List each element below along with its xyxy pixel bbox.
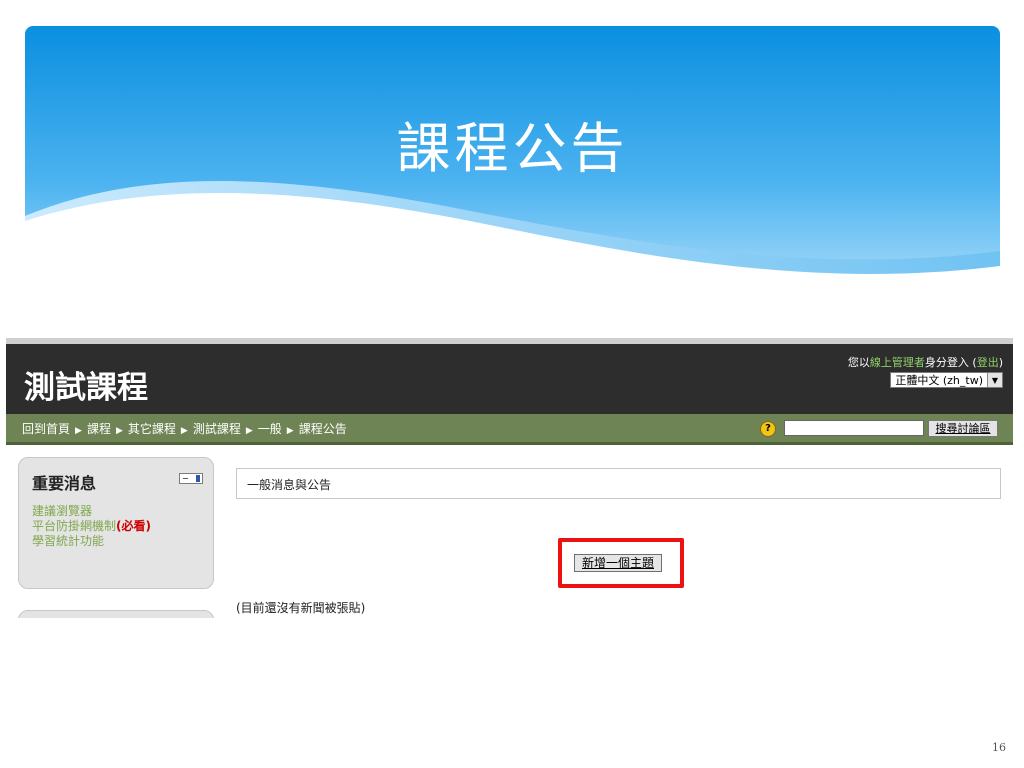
forum-search-input[interactable]: [784, 420, 924, 436]
breadcrumb-separator-icon: ▶: [75, 426, 82, 436]
role-link[interactable]: 線上管理者: [870, 356, 925, 369]
breadcrumb-separator-icon: ▶: [245, 426, 253, 436]
forum-search-button[interactable]: 搜尋討論區: [928, 420, 998, 437]
help-icon[interactable]: ?: [760, 421, 776, 437]
breadcrumb: 回到首頁 ▶ 課程 ▶ 其它課程 ▶ 測試課程 ▶ 一般 ▶ 課程公告: [22, 420, 347, 437]
breadcrumb-home[interactable]: 回到首頁: [22, 422, 70, 436]
slide-title: 課程公告: [396, 117, 629, 180]
news-block-title: 重要消息: [32, 474, 97, 493]
logout-link[interactable]: 登出: [977, 356, 999, 369]
breadcrumb-separator-icon: ▶: [180, 426, 188, 436]
page-number: 16: [992, 741, 1006, 754]
second-block: [18, 610, 214, 618]
breadcrumb-current: 課程公告: [298, 422, 347, 436]
course-header: 測試課程 您以線上管理者身分登入 (登出) 正體中文 (zh_tw) ▼: [6, 344, 1013, 414]
breadcrumb-separator-icon: ▶: [286, 426, 294, 436]
breadcrumb-test-course[interactable]: 測試課程: [193, 422, 241, 436]
breadcrumb-general[interactable]: 一般: [258, 422, 282, 436]
add-topic-button[interactable]: 新增一個主題: [574, 554, 662, 572]
news-link-anti-hang-label: 平台防掛網機制: [32, 519, 117, 533]
news-link-statistics[interactable]: 學習統計功能: [32, 534, 151, 549]
breadcrumb-other-courses[interactable]: 其它課程: [128, 422, 176, 436]
login-suffix: 身分登入 (: [924, 356, 977, 369]
breadcrumb-courses[interactable]: 課程: [87, 422, 111, 436]
course-title: 測試課程: [24, 370, 148, 406]
news-block: 重要消息 − 建議瀏覽器 平台防掛網機制(必看) 學習統計功能: [18, 457, 214, 589]
language-select[interactable]: 正體中文 (zh_tw) ▼: [890, 372, 1003, 388]
news-block-links: 建議瀏覽器 平台防掛網機制(必看) 學習統計功能: [32, 504, 151, 549]
empty-forum-message: (目前還沒有新聞被張貼): [236, 601, 366, 615]
news-link-anti-hang[interactable]: 平台防掛網機制(必看): [32, 519, 151, 534]
news-link-browser[interactable]: 建議瀏覽器: [32, 504, 151, 519]
block-dock-icon[interactable]: −: [179, 473, 203, 484]
language-select-value: 正體中文 (zh_tw): [895, 374, 983, 387]
slide-header: 課程公告: [25, 26, 1000, 288]
login-prefix: 您以: [847, 356, 870, 369]
chevron-down-icon: ▼: [987, 373, 1002, 387]
login-info: 您以線上管理者身分登入 (登出): [848, 354, 1003, 370]
login-close: ): [998, 356, 1003, 369]
breadcrumb-separator-icon: ▶: [115, 426, 123, 436]
must-read-badge: (必看): [116, 519, 151, 533]
forum-description: 一般消息與公告: [236, 468, 1001, 499]
course-page-screenshot: 測試課程 您以線上管理者身分登入 (登出) 正體中文 (zh_tw) ▼ 回到首…: [6, 338, 1013, 618]
navigation-bar: 回到首頁 ▶ 課程 ▶ 其它課程 ▶ 測試課程 ▶ 一般 ▶ 課程公告 ? 搜尋討論區: [6, 414, 1013, 445]
